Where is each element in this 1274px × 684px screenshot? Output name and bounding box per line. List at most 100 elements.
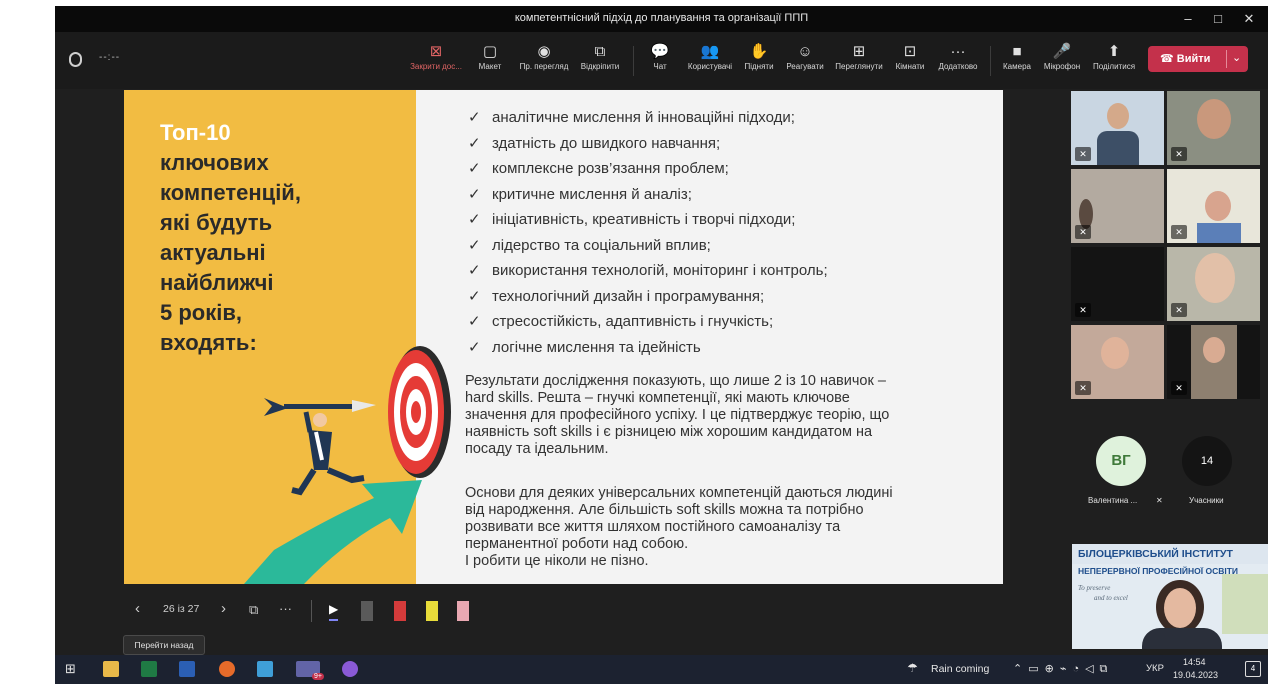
microphone-icon: 🎤 <box>1052 43 1072 60</box>
camera-button[interactable]: ■ Камера <box>1000 42 1034 86</box>
viber-icon[interactable] <box>342 661 358 677</box>
slides-grid-icon[interactable]: ⧉ <box>249 602 258 618</box>
eraser-icon[interactable] <box>457 601 469 621</box>
share-button[interactable]: ⬆ Поділитися <box>1088 42 1140 86</box>
speaker-body <box>1142 628 1222 649</box>
chat-button[interactable]: 💬 Чат <box>645 42 675 86</box>
checkmark-icon: ✓ <box>468 211 481 228</box>
participant-face <box>1195 253 1235 303</box>
participant-video-tile[interactable]: ✕ <box>1071 325 1164 399</box>
rooms-button[interactable]: ⊡ Кімнати <box>891 42 929 86</box>
speaker-face <box>1164 588 1196 628</box>
microphone-off-icon: ✕ <box>1171 381 1187 395</box>
teams-badge: 9+ <box>312 673 324 680</box>
more-icon: ··· <box>950 43 966 60</box>
list-item: ✓ здатність до швидкого навчання; <box>468 134 721 152</box>
more-button[interactable]: ··· Додатково <box>933 42 983 86</box>
close-window-button[interactable]: ✕ <box>1234 8 1264 30</box>
more-options-icon[interactable]: ··· <box>279 601 292 616</box>
firefox-icon[interactable] <box>219 661 235 677</box>
microphone-off-icon: ✕ <box>1075 381 1091 395</box>
file-explorer-icon[interactable] <box>103 661 119 677</box>
participant-video-tile[interactable]: ✕ <box>1071 169 1164 243</box>
highlighter-icon[interactable] <box>426 601 438 621</box>
presentation-slide: Топ-10 ключових компетенцій, які будуть … <box>124 90 1003 584</box>
participant-body <box>1097 131 1139 165</box>
participant-video-tile[interactable]: ✕ <box>1167 91 1260 165</box>
view-button[interactable]: ⊞ Переглянути <box>831 42 887 86</box>
skills-list: ✓ аналітичне мислення й інноваційні підхо… <box>468 108 988 363</box>
microphone-off-icon: ✕ <box>1075 147 1091 161</box>
participants-panel: ✕ ✕ ✕ ✕ ✕ ✕ ✕ ✕ ВГ 14 Валентина ... ✕ Уч… <box>1070 89 1268 655</box>
toolbar-divider <box>990 46 991 76</box>
pointer-tool-icon[interactable]: ▶ <box>329 602 339 621</box>
controls-divider <box>311 600 312 622</box>
title-bar: компетентнісний підхід до планування та … <box>55 6 1268 32</box>
microphone-off-icon: ✕ <box>1075 225 1091 239</box>
maximize-button[interactable]: □ <box>1203 8 1233 30</box>
excel-icon[interactable] <box>141 661 157 677</box>
soft-skills-paragraph: Основи для деяких універсальних компетен… <box>465 485 893 569</box>
raise-hand-button[interactable]: ✋ Підняти <box>741 42 777 86</box>
window-title: компетентнісний підхід до планування та … <box>514 12 809 24</box>
banner-motto: and to excel <box>1094 594 1128 602</box>
checkmark-icon: ✓ <box>468 109 481 126</box>
participant-video-tile[interactable]: ✕ <box>1167 325 1260 399</box>
checkmark-icon: ✓ <box>468 287 481 305</box>
participant-video-tile[interactable]: ✕ <box>1071 247 1164 321</box>
teams-icon[interactable]: 9+ <box>296 661 324 680</box>
leave-button[interactable]: ☎ Вийти ⌄ <box>1148 46 1248 72</box>
institute-banner-subtitle: НЕПЕРЕРВНОЇ ПРОФЕСІЙНОЇ ОСВІТИ <box>1078 566 1239 576</box>
presenter-view-button[interactable]: ◉ Пр. перегляд <box>516 42 572 86</box>
red-pen-icon[interactable] <box>394 601 406 621</box>
minimize-button[interactable]: – <box>1173 8 1203 30</box>
raise-hand-icon: ✋ <box>749 43 769 60</box>
speaker-video-tile[interactable]: БІЛОЦЕРКІВСЬКИЙ ІНСТИТУТ НЕПЕРЕРВНОЇ ПРО… <box>1072 544 1268 649</box>
list-item: ✓ критичне мислення й аналіз; <box>468 185 692 203</box>
list-item: ✓ використання технологій, моніторинг і к… <box>468 262 828 279</box>
chevron-down-icon[interactable]: ⌄ <box>1232 51 1241 64</box>
participant-video-tile[interactable]: ✕ <box>1167 247 1260 321</box>
system-tray-icons[interactable]: ⌃▭⊕⌁◔◁⧉ <box>1013 662 1113 676</box>
clock-time[interactable]: 14:54 <box>1183 657 1206 667</box>
close-share-icon: ⊠ <box>429 43 443 60</box>
teams-meeting-window: компетентнісний підхід до планування та … <box>55 6 1268 655</box>
react-icon: ☺ <box>797 43 813 60</box>
participant-video-tile[interactable]: ✕ <box>1167 169 1260 243</box>
react-button[interactable]: ☺ Реагувати <box>783 42 827 86</box>
participants-count-button[interactable]: 14 <box>1182 436 1232 486</box>
pen-tool-icon[interactable] <box>361 601 373 621</box>
checkmark-icon: ✓ <box>468 262 481 279</box>
shield-icon <box>69 52 82 67</box>
microphone-button[interactable]: 🎤 Мікрофон <box>1040 42 1084 86</box>
list-item: ✓ лідерство та соціальний вплив; <box>468 236 711 254</box>
language-indicator[interactable]: УКР <box>1146 663 1164 674</box>
map-graphic <box>1222 574 1268 634</box>
list-item: ✓ аналітичне мислення й інноваційні підхо… <box>468 109 795 126</box>
previous-slide-button[interactable]: ‹ <box>135 600 140 617</box>
microphone-off-icon: ✕ <box>1075 303 1091 317</box>
photos-icon[interactable] <box>257 661 273 677</box>
next-slide-button[interactable]: › <box>221 600 226 617</box>
microphone-off-icon: ✕ <box>1171 147 1187 161</box>
clock-date[interactable]: 19.04.2023 <box>1173 670 1218 680</box>
eye-icon: ◉ <box>537 43 551 60</box>
research-paragraph: Результати дослідження показують, що лиш… <box>465 373 890 457</box>
checkmark-icon: ✓ <box>468 185 481 203</box>
layout-button[interactable]: ▢ Макет <box>474 42 506 86</box>
windows-start-icon[interactable]: ⊞ <box>65 661 76 677</box>
meeting-toolbar: --:-- ⊠ Закрити дос... ▢ Макет ◉ Пр. пер… <box>55 32 1268 89</box>
participant-body <box>1197 223 1241 243</box>
popout-button[interactable]: ⧉ Відкріпити <box>575 42 625 86</box>
word-icon[interactable] <box>179 661 195 677</box>
people-icon: 👥 <box>700 43 720 60</box>
avatar[interactable]: ВГ <box>1096 436 1146 486</box>
people-button[interactable]: 👥 Користувачі <box>683 42 737 86</box>
stop-sharing-button[interactable]: ⊠ Закрити дос... <box>409 42 463 86</box>
notifications-icon[interactable]: 4 <box>1245 661 1261 677</box>
checkmark-icon: ✓ <box>468 134 481 152</box>
checkmark-icon: ✓ <box>468 313 481 330</box>
participant-video-tile[interactable]: ✕ <box>1071 91 1164 165</box>
tooltip: Перейти назад <box>123 635 205 655</box>
weather-text[interactable]: Rain coming <box>931 663 989 675</box>
